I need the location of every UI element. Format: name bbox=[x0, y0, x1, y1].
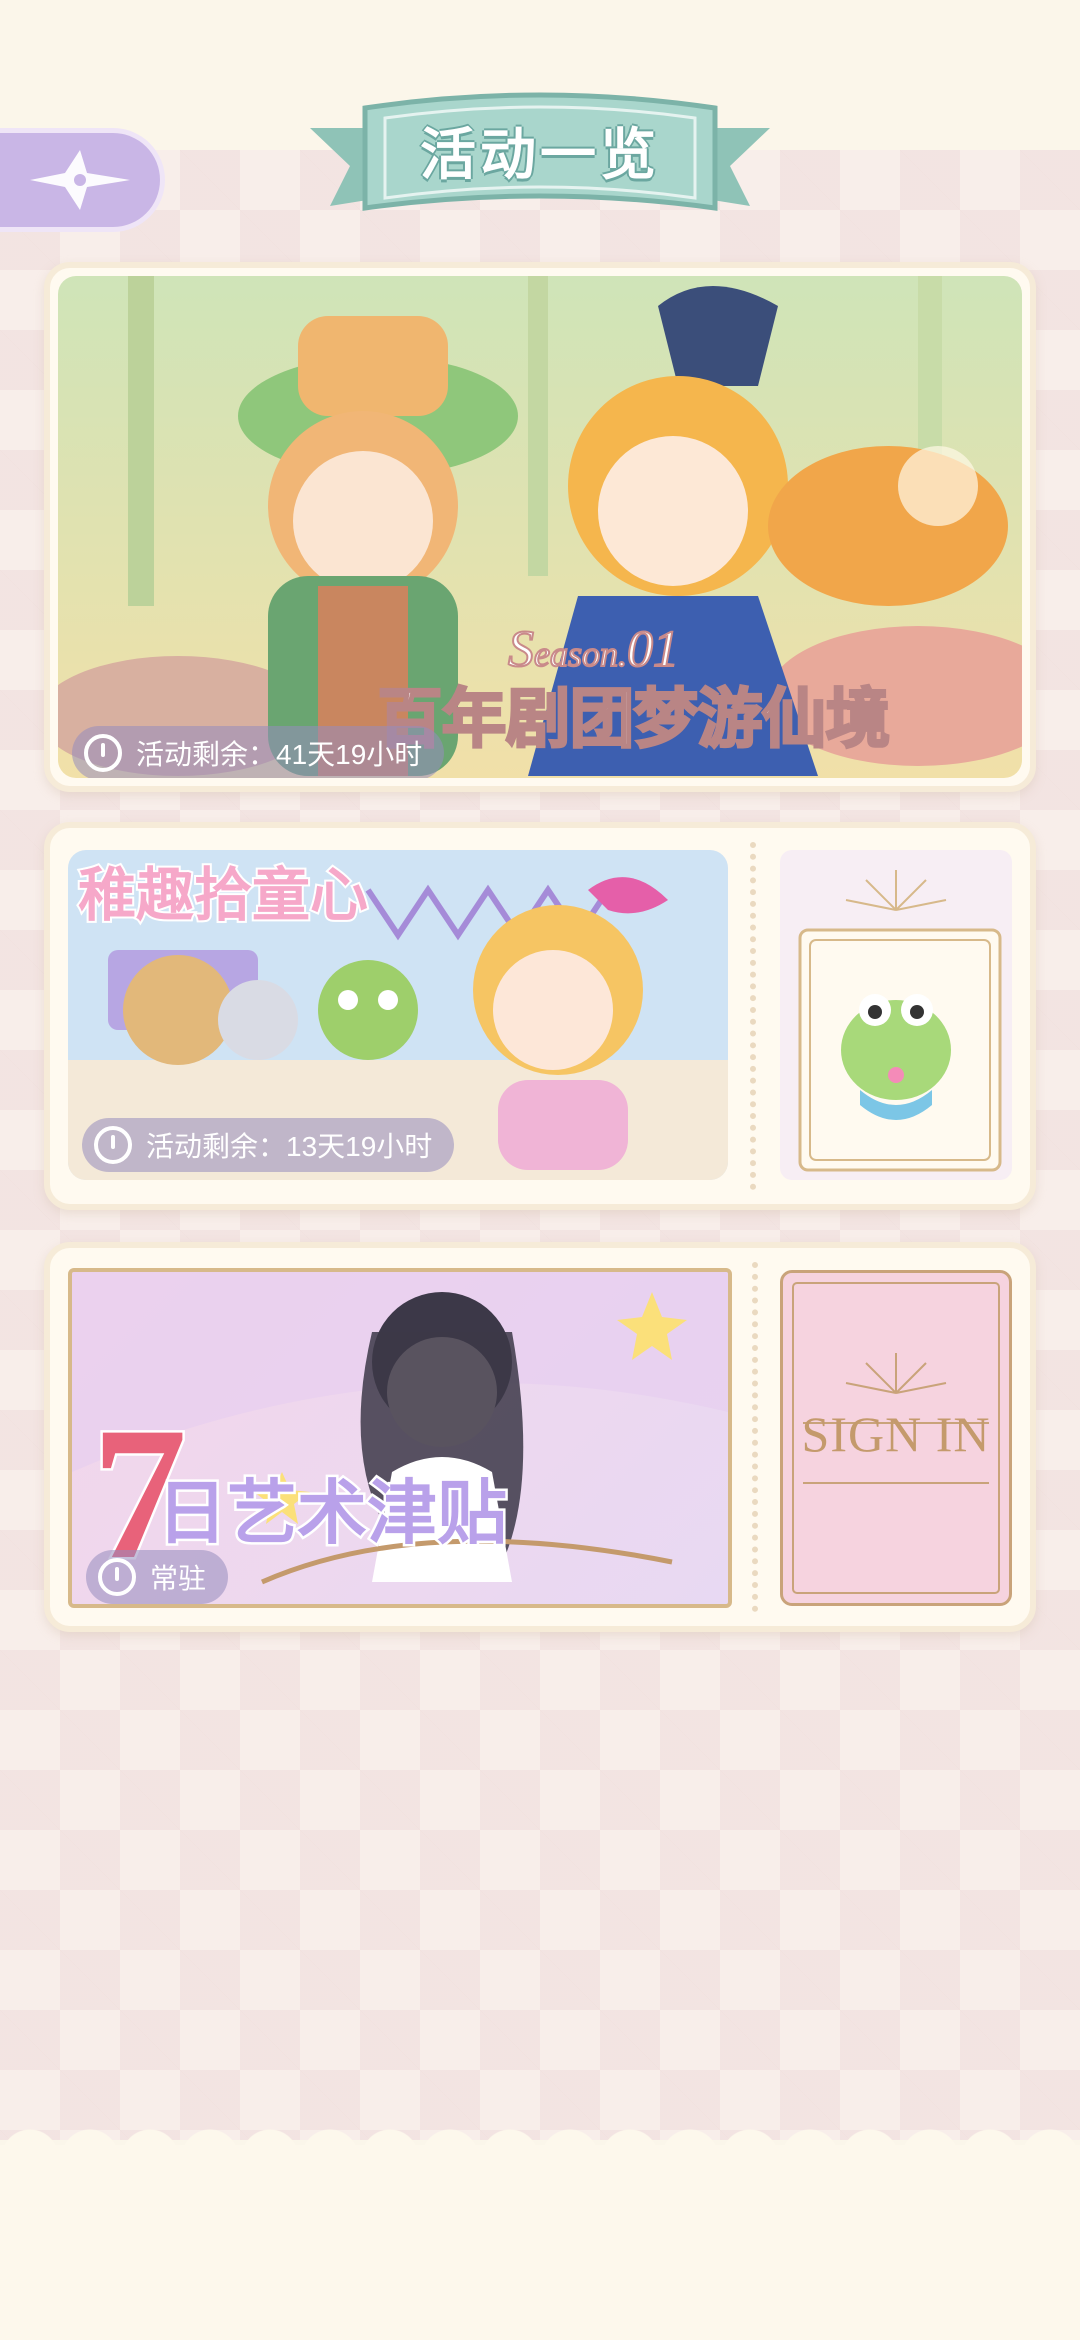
clock-icon bbox=[84, 734, 122, 772]
countdown-badge: 活动剩余：13天19小时 bbox=[82, 1118, 455, 1172]
ticket-perforation bbox=[750, 842, 756, 1190]
countdown-text: 常驻 bbox=[150, 1563, 207, 1594]
event-banner-image: 稚趣拾童心 活动剩余：13天19小时 bbox=[68, 850, 728, 1180]
countdown-badge: 活动剩余：41天19小时 bbox=[72, 726, 445, 778]
countdown-badge: 常驻 bbox=[86, 1550, 229, 1604]
event-card-art-allowance[interactable]: 7 日艺术津贴 常驻 SIGN IN bbox=[44, 1242, 1036, 1632]
frog-mascot-card bbox=[798, 870, 1002, 1172]
compass-star-icon bbox=[30, 150, 130, 210]
clock-icon bbox=[94, 1126, 132, 1164]
event-logo-text: 百年剧团梦游仙境 bbox=[378, 683, 890, 757]
bottom-band bbox=[0, 2145, 1080, 2340]
countdown-text: 活动剩余：13天19小时 bbox=[146, 1131, 433, 1162]
event-banner-image: 7 日艺术津贴 常驻 bbox=[68, 1268, 732, 1608]
sign-in-label: SIGN IN bbox=[801, 1406, 991, 1462]
ticket-stub bbox=[780, 850, 1012, 1180]
event-logo-text: 日艺术津贴 bbox=[157, 1472, 507, 1554]
back-button[interactable] bbox=[0, 128, 165, 232]
page-title: 活动一览 bbox=[420, 122, 660, 186]
sign-in-stub[interactable]: SIGN IN bbox=[780, 1270, 1012, 1606]
event-logo: 稚趣拾童心 bbox=[76, 859, 370, 931]
event-card-childhood[interactable]: 稚趣拾童心 活动剩余：13天19小时 bbox=[44, 822, 1036, 1210]
event-banner-image: Season.01 百年剧团梦游仙境 活动剩余：41天19小时 bbox=[58, 276, 1022, 778]
bottom-scallop-edge bbox=[0, 2118, 1080, 2158]
clock-icon bbox=[98, 1558, 136, 1596]
ticket-perforation bbox=[752, 1262, 758, 1612]
event-logo-text: 稚趣拾童心 bbox=[78, 861, 368, 929]
countdown-text: 活动剩余：41天19小时 bbox=[136, 739, 423, 770]
event-card-wonderland[interactable]: Season.01 百年剧团梦游仙境 活动剩余：41天19小时 bbox=[44, 262, 1036, 792]
event-logo: Season.01 百年剧团梦游仙境 bbox=[377, 620, 892, 759]
title-ribbon: 活动一览 bbox=[310, 88, 770, 228]
season-text: Season.01 bbox=[508, 621, 679, 678]
event-logo: 7 日艺术津贴 bbox=[90, 1387, 510, 1568]
